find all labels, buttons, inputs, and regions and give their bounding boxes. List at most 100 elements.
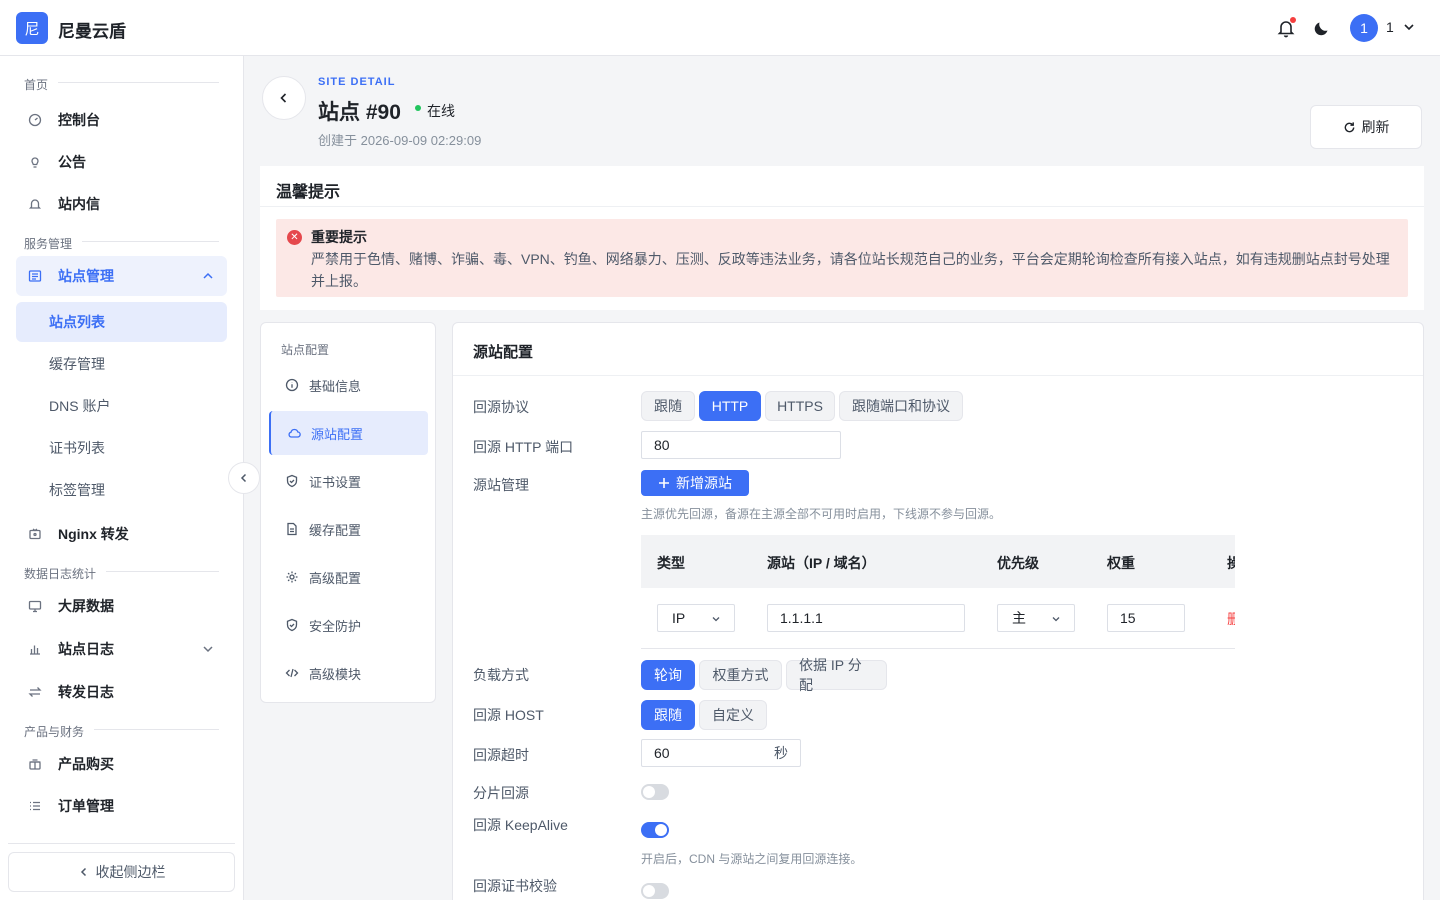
source-type-select[interactable]: IP — [657, 604, 735, 632]
column-header-actions: 操 — [1227, 553, 1235, 573]
source-priority-select[interactable]: 主 — [997, 604, 1075, 632]
chevron-left-icon — [240, 473, 247, 483]
panel-divider — [453, 375, 1423, 376]
http-port-input[interactable]: 80 — [641, 431, 841, 459]
keepalive-toggle[interactable] — [641, 822, 669, 838]
refresh-label: 刷新 — [1361, 119, 1390, 135]
plus-icon — [659, 478, 669, 488]
gear-icon — [286, 571, 298, 583]
user-avatar[interactable]: 1 — [1350, 14, 1378, 42]
config-tab-advanced-modules[interactable]: 高级模块 — [269, 651, 428, 695]
add-source-button[interactable]: 新增源站 — [641, 470, 749, 496]
range-origin-toggle[interactable] — [641, 784, 669, 800]
config-tab-label: 缓存配置 — [309, 522, 362, 538]
sidebar-item-site-management[interactable]: 站点管理 — [16, 256, 227, 296]
sidebar-item-label: 证书列表 — [49, 440, 105, 456]
cert-verify-toggle[interactable] — [641, 883, 669, 899]
sidebar-item-label: Nginx 转发 — [58, 526, 129, 542]
lb-option-ip-hash[interactable]: 依据 IP 分配 — [786, 657, 887, 693]
error-x-icon: ✕ — [287, 230, 302, 245]
dark-mode-moon-icon[interactable] — [1312, 18, 1332, 38]
config-tab-security[interactable]: 安全防护 — [269, 603, 428, 647]
sidebar-item-site-logs[interactable]: 站点日志 — [16, 629, 227, 669]
source-table: 类型 源站（IP / 域名） 优先级 权重 操 IP 1.1.1.1 主 15 … — [641, 535, 1235, 649]
sidebar-item-inbox[interactable]: 站内信 — [16, 184, 227, 224]
section-label-stats: 数据日志统计 — [24, 567, 97, 581]
user-name[interactable]: 1 — [1386, 19, 1394, 35]
toggle-knob — [643, 885, 655, 897]
sidebar-item-forward-logs[interactable]: 转发日志 — [16, 672, 227, 712]
code-icon — [285, 668, 299, 678]
protocol-option-http[interactable]: HTTP — [699, 391, 761, 421]
sidebar-item-dashboard[interactable]: 控制台 — [16, 100, 227, 140]
keepalive-label: 回源 KeepAlive — [473, 817, 568, 833]
sidebar-item-label: 大屏数据 — [58, 598, 114, 614]
bar-chart-icon — [30, 645, 40, 655]
sidebar-item-nginx-forward[interactable]: Nginx 转发 — [16, 514, 227, 554]
toggle-knob — [643, 786, 655, 798]
host-option-follow[interactable]: 跟随 — [641, 700, 695, 730]
http-port-label: 回源 HTTP 端口 — [473, 439, 574, 455]
sidebar-toggle-button[interactable] — [228, 462, 260, 494]
user-menu-chevron-down-icon[interactable] — [1402, 20, 1416, 34]
sidebar-item-dns-accounts[interactable]: DNS 账户 — [16, 386, 227, 426]
notification-badge-dot — [1290, 17, 1296, 23]
brand-logo[interactable]: 尼 — [16, 12, 48, 44]
collapse-sidebar-button[interactable]: 收起侧边栏 — [8, 852, 235, 892]
notice-card: 温馨提示 ✕ 重要提示 严禁用于色情、赌博、诈骗、毒、VPN、钓鱼、网络暴力、压… — [260, 166, 1424, 310]
protocol-option-https[interactable]: HTTPS — [765, 391, 835, 421]
timeout-input[interactable]: 60 秒 — [641, 739, 801, 767]
lb-option-weight[interactable]: 权重方式 — [699, 660, 782, 690]
sidebar-item-announcements[interactable]: 公告 — [16, 142, 227, 182]
alert-title: 重要提示 — [311, 229, 367, 245]
notice-title: 温馨提示 — [276, 184, 341, 201]
protocol-option-follow-port[interactable]: 跟随端口和协议 — [839, 391, 963, 421]
sidebar-item-product-purchase[interactable]: 产品购买 — [16, 744, 227, 784]
config-tab-cache[interactable]: 缓存配置 — [269, 507, 428, 551]
sidebar-item-tags[interactable]: 标签管理 — [16, 470, 227, 510]
chevron-left-icon — [80, 867, 86, 877]
protocol-option-follow[interactable]: 跟随 — [641, 391, 695, 421]
add-source-label: 新增源站 — [676, 475, 732, 491]
sidebar-item-orders[interactable]: 订单管理 — [16, 786, 227, 826]
refresh-button[interactable]: 刷新 — [1310, 105, 1422, 149]
host-option-custom[interactable]: 自定义 — [699, 700, 767, 730]
sidebar-item-label: 公告 — [58, 154, 86, 170]
sidebar-item-certificates[interactable]: 证书列表 — [16, 428, 227, 468]
sidebar-item-label: DNS 账户 — [49, 398, 111, 414]
config-tab-label: 高级模块 — [309, 666, 362, 682]
lb-option-round-robin[interactable]: 轮询 — [641, 660, 695, 690]
source-weight-input[interactable]: 15 — [1107, 604, 1185, 632]
site-config-menu: 站点配置 基础信息 源站配置 证书设置 缓存配置 高级配置 安全防护 高级模块 — [260, 322, 436, 703]
section-label-service: 服务管理 — [24, 237, 73, 251]
config-tab-label: 证书设置 — [309, 474, 362, 490]
back-button[interactable] — [262, 76, 306, 120]
timeout-unit: 秒 — [774, 745, 788, 761]
sidebar-item-big-screen[interactable]: 大屏数据 — [16, 586, 227, 626]
dashboard-gauge-icon — [28, 113, 42, 127]
notice-divider — [260, 206, 1424, 207]
cloud-icon — [288, 428, 301, 438]
config-tab-certificate[interactable]: 证书设置 — [269, 459, 428, 503]
top-header: 尼 尼曼云盾 1 1 — [0, 0, 1440, 56]
sidebar-item-site-list[interactable]: 站点列表 — [16, 302, 227, 342]
created-timestamp: 创建于 2026-09-09 02:29:09 — [318, 133, 482, 148]
section-divider — [58, 82, 219, 83]
cert-verify-label: 回源证书校验 — [473, 878, 557, 894]
config-tab-label: 高级配置 — [309, 570, 362, 586]
sidebar-item-label: 站点列表 — [49, 314, 105, 330]
source-address-input[interactable]: 1.1.1.1 — [767, 604, 965, 632]
sidebar-item-cache-management[interactable]: 缓存管理 — [16, 344, 227, 384]
page-eyebrow: SITE DETAIL — [318, 76, 396, 88]
sidebar-item-label: 站点管理 — [58, 268, 114, 284]
protocol-label: 回源协议 — [473, 399, 529, 415]
online-status-dot — [415, 105, 421, 111]
table-header: 类型 源站（IP / 域名） 优先级 权重 操 — [641, 535, 1235, 588]
delete-source-link[interactable]: 删 — [1227, 609, 1235, 629]
section-divider — [106, 571, 219, 572]
config-tab-origin[interactable]: 源站配置 — [269, 411, 428, 455]
brand-name[interactable]: 尼曼云盾 — [58, 17, 126, 42]
config-tab-basic-info[interactable]: 基础信息 — [269, 363, 428, 407]
config-tab-advanced[interactable]: 高级配置 — [269, 555, 428, 599]
shield-check-icon — [286, 474, 298, 488]
